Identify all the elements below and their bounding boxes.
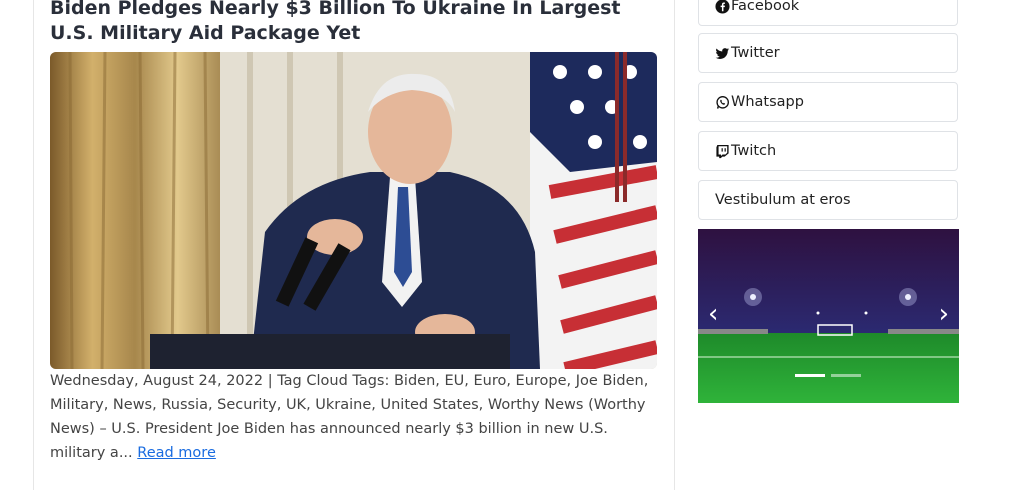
- facebook-icon: [715, 0, 730, 14]
- sidebar-link-facebook[interactable]: Facebook: [698, 0, 958, 26]
- carousel-next-icon[interactable]: ›: [939, 299, 949, 329]
- sidebar-link-label: Vestibulum at eros: [715, 192, 851, 208]
- sidebar-link-vestibulum[interactable]: Vestibulum at eros: [698, 180, 958, 220]
- carousel-indicator-1[interactable]: [795, 374, 825, 377]
- carousel-prev-icon[interactable]: ‹: [708, 299, 718, 329]
- sidebar-link-twitch[interactable]: Twitch: [698, 131, 958, 171]
- sidebar-link-label: Whatsapp: [731, 94, 804, 110]
- biden-podium-photo: [50, 52, 657, 369]
- sidebar-link-whatsapp[interactable]: Whatsapp: [698, 82, 958, 122]
- article-title[interactable]: Biden Pledges Nearly $3 Billion To Ukrai…: [50, 0, 660, 46]
- carousel-indicator-2[interactable]: [831, 374, 861, 377]
- whatsapp-icon: [716, 95, 729, 109]
- read-more-link[interactable]: Read more: [137, 445, 216, 461]
- sidebar-link-label: Twitter: [731, 45, 780, 61]
- sidebar-link-label: Facebook: [731, 0, 800, 14]
- stadium-slide-image: [698, 229, 959, 403]
- twitch-icon: [716, 144, 729, 158]
- sidebar-link-twitter[interactable]: Twitter: [698, 33, 958, 73]
- twitter-icon: [715, 47, 730, 59]
- sidebar-carousel[interactable]: ‹ ›: [698, 229, 959, 403]
- sidebar-link-label: Twitch: [731, 143, 777, 159]
- article-image[interactable]: [50, 52, 657, 369]
- article-excerpt: Wednesday, August 24, 2022 | Tag Cloud T…: [50, 369, 660, 465]
